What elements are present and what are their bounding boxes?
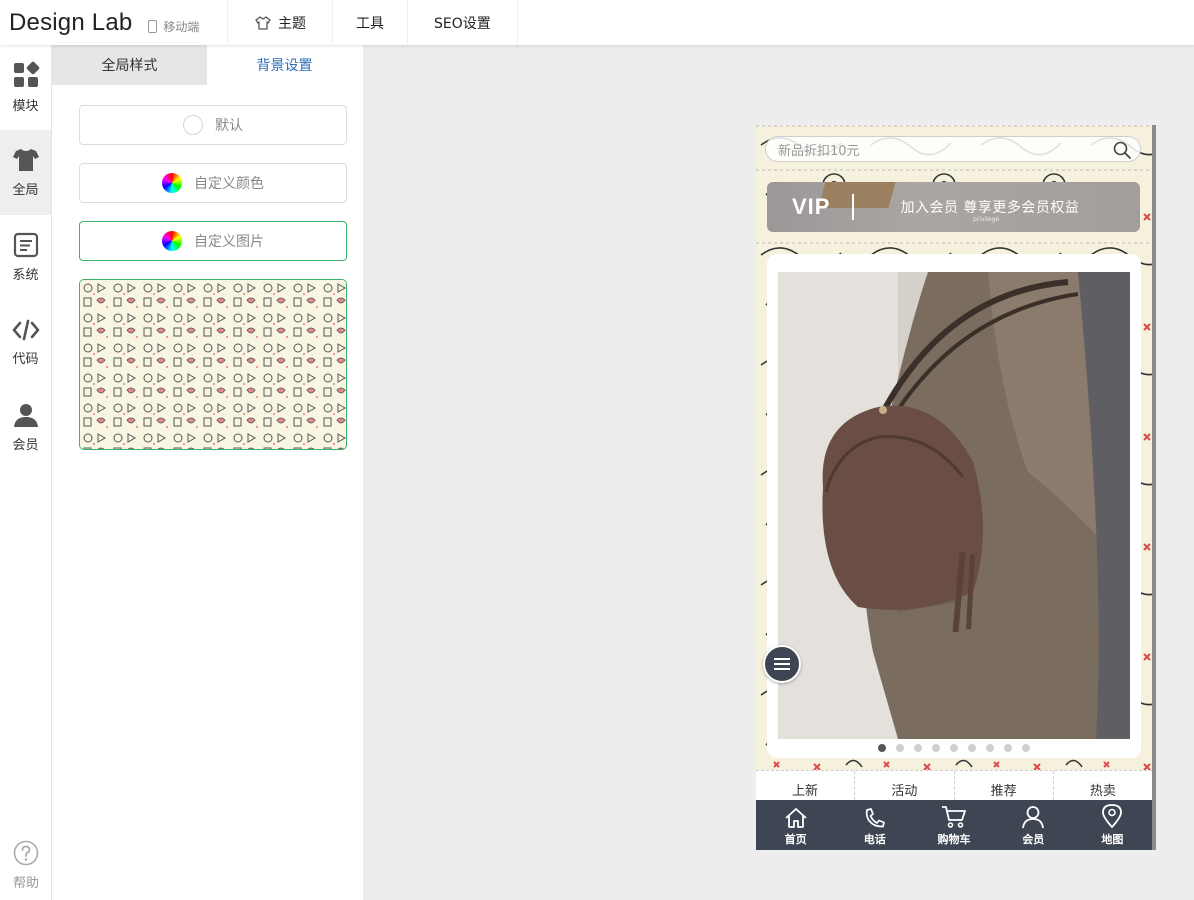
product-photo [778,272,1130,739]
bg-option-default[interactable]: 默认 [79,105,347,145]
category-item[interactable]: 热卖 [1054,771,1152,800]
background-image-preview[interactable] [79,279,347,450]
help-icon [13,840,39,865]
topnav-theme-label: 主题 [278,15,306,32]
bottom-nav-member[interactable]: 会员 [994,800,1073,850]
bg-option-label: 默认 [215,118,243,134]
settings-panel: 全局样式 背景设置 默认 自定义颜色 自定义图片 [52,45,363,900]
mode-label: 移动端 [163,20,200,34]
product-photo-illustration [778,272,1130,739]
modules-icon [13,61,39,87]
mode-switch[interactable]: 移动端 [148,18,199,35]
theme-icon [255,15,271,30]
topnav-seo[interactable]: SEO设置 [408,0,518,45]
vip-text: 加入会员 尊享更多会员权益 [900,200,1080,216]
mobile-icon [148,20,158,33]
map-pin-icon [1102,804,1123,829]
mobile-preview: 新品折扣10元 VIP 加入会员 尊享更多会员权益 privilege 上新 活… [756,125,1156,850]
help-button[interactable]: 帮助 [0,830,52,900]
bg-option-custom-image[interactable]: 自定义图片 [79,221,347,261]
carousel-dot[interactable] [950,744,958,752]
user-icon [13,404,38,427]
topnav-tools-label: 工具 [356,15,384,32]
empty-circle-icon [183,115,203,135]
rail-item-code[interactable]: 代码 [0,300,51,385]
rail-label: 系统 [12,268,39,283]
rail-item-modules[interactable]: 模块 [0,45,51,130]
carousel-dot[interactable] [1004,744,1012,752]
topnav-tools[interactable]: 工具 [333,0,408,45]
left-rail: 模块 全局 系统 代码 会员 帮助 [0,45,52,900]
bottom-nav-map[interactable]: 地图 [1073,800,1152,850]
cart-icon [942,806,966,828]
bottom-nav-phone[interactable]: 电话 [835,800,914,850]
bottom-nav-home[interactable]: 首页 [756,800,835,850]
category-item[interactable]: 上新 [756,771,856,800]
bg-option-custom-color[interactable]: 自定义颜色 [79,163,347,203]
rail-item-global[interactable]: 全局 [0,130,51,215]
pattern-thumbnail [80,280,346,449]
vip-banner[interactable]: VIP 加入会员 尊享更多会员权益 privilege [767,182,1140,232]
help-label: 帮助 [12,875,39,891]
bottom-nav-label: 首页 [784,833,807,846]
carousel-dot[interactable] [914,744,922,752]
rail-label: 代码 [12,352,39,367]
home-icon [784,808,807,828]
carousel-dot[interactable] [932,744,940,752]
app-title: Design Lab [9,8,133,36]
bottom-nav-label: 电话 [863,833,886,846]
bottom-nav-label: 会员 [1022,833,1045,846]
carousel-dots [767,744,1141,752]
preview-scrollbar[interactable] [1152,125,1156,850]
phone-icon [865,808,885,828]
top-bar: Design Lab 移动端 主题 工具 SEO设置 [0,0,1194,45]
bg-option-label: 自定义图片 [194,234,264,250]
topnav-theme[interactable]: 主题 [228,0,333,45]
bottom-nav-label: 地图 [1101,833,1124,846]
vip-subtext: privilege [973,216,1000,223]
vip-label: VIP [792,194,831,219]
color-wheel-icon [162,173,182,193]
search-icon [1113,141,1131,159]
carousel-dot[interactable] [968,744,976,752]
bottom-nav-cart[interactable]: 购物车 [914,800,993,850]
category-item[interactable]: 推荐 [955,771,1054,800]
member-icon [1022,806,1045,829]
preview-search-bar[interactable]: 新品折扣10元 [765,136,1141,162]
brand: Design Lab 移动端 [0,0,228,45]
bottom-nav-label: 购物车 [937,833,971,846]
carousel-dot[interactable] [986,744,994,752]
preview-bottom-nav: 首页 电话 购物车 会员 地图 [756,800,1152,850]
carousel-dot[interactable] [1022,744,1030,752]
document-icon [13,232,38,258]
tab-background[interactable]: 背景设置 [207,45,362,85]
shirt-icon [12,149,39,171]
color-wheel-icon [162,231,182,251]
vip-divider [852,194,855,220]
rail-item-system[interactable]: 系统 [0,215,51,300]
product-carousel[interactable] [767,254,1141,758]
category-item[interactable]: 活动 [855,771,955,800]
rail-label: 全局 [12,183,39,198]
category-bar: 上新 活动 推荐 热卖 [756,770,1152,800]
hamburger-icon [774,658,790,670]
tab-global-style[interactable]: 全局样式 [52,45,207,85]
search-placeholder: 新品折扣10元 [778,143,860,159]
carousel-dot[interactable] [896,744,904,752]
rail-label: 模块 [12,99,39,114]
floating-menu-button[interactable] [763,645,801,683]
rail-label: 会员 [12,438,39,453]
rail-item-member[interactable]: 会员 [0,385,51,470]
topnav-seo-label: SEO设置 [434,15,491,32]
bg-option-label: 自定义颜色 [194,176,264,192]
panel-tabs: 全局样式 背景设置 [52,45,363,85]
carousel-dot[interactable] [878,744,886,752]
code-icon [12,319,39,341]
